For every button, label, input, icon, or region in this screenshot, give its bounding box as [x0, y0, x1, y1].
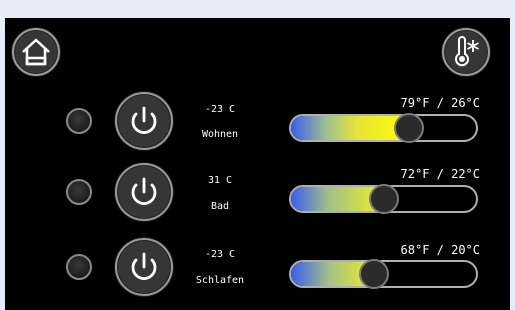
room-3-power-button[interactable]	[115, 238, 173, 296]
room-2-slider-knob[interactable]	[368, 184, 399, 214]
control-panel: -23 C Wohnen 79°F / 26°C 31 C Bad 72°F /…	[5, 18, 510, 310]
room-1-temperature: 79°F / 26°C	[400, 96, 480, 110]
climate-settings-button[interactable]	[442, 28, 490, 76]
power-icon	[131, 177, 157, 205]
room-3-status-led	[66, 254, 92, 280]
room-2-power-button[interactable]	[115, 163, 173, 221]
room-2-temperature: 72°F / 22°C	[400, 167, 480, 181]
home-icon	[22, 38, 50, 66]
room-1-name: Wohnen	[201, 129, 239, 140]
room-1-status: -23 C	[204, 104, 236, 115]
room-2-status: 31 C	[207, 175, 233, 186]
thermometer-snowflake-icon	[455, 36, 479, 67]
power-icon	[131, 106, 157, 134]
room-3-status: -23 C	[204, 249, 236, 260]
room-1-status-led	[66, 108, 92, 134]
room-3-temperature: 68°F / 20°C	[400, 243, 480, 257]
room-3-name: Schlafen	[195, 275, 245, 286]
slider-fill	[291, 116, 410, 140]
room-2-status-led	[66, 179, 92, 205]
room-2-name: Bad	[210, 201, 230, 212]
home-button[interactable]	[12, 28, 60, 76]
room-1-temperature-slider[interactable]	[289, 114, 478, 142]
room-1-power-button[interactable]	[115, 92, 173, 150]
power-icon	[131, 252, 157, 280]
